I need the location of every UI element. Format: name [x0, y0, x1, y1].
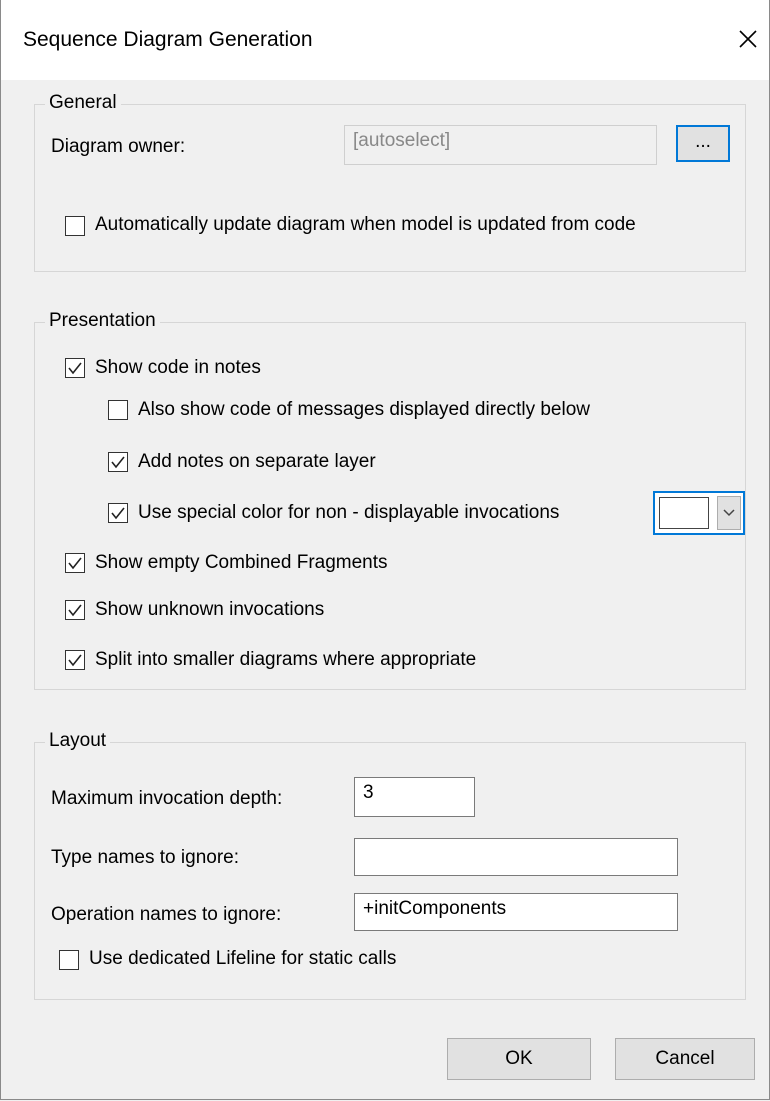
- type-ignore-input[interactable]: [354, 838, 678, 876]
- checkmark-icon: [68, 362, 82, 375]
- special-color-checkbox[interactable]: [108, 503, 128, 523]
- browse-owner-button[interactable]: ...: [676, 125, 730, 162]
- also-show-label: Also show code of messages displayed dir…: [138, 399, 591, 420]
- checkmark-icon: [111, 456, 125, 469]
- show-code-label: Show code in notes: [95, 357, 261, 378]
- op-ignore-input[interactable]: +initComponents: [354, 893, 678, 931]
- checkmark-icon: [68, 654, 82, 667]
- diagram-owner-label: Diagram owner:: [51, 136, 186, 157]
- unknown-invocations-label: Show unknown invocations: [95, 599, 325, 620]
- color-swatch: [659, 497, 709, 529]
- checkmark-icon: [111, 507, 125, 520]
- cancel-button[interactable]: Cancel: [615, 1038, 755, 1080]
- separate-layer-label: Add notes on separate layer: [138, 451, 376, 472]
- max-depth-input[interactable]: 3: [354, 777, 475, 817]
- split-diagrams-label: Split into smaller diagrams where approp…: [95, 649, 477, 670]
- split-diagrams-checkbox[interactable]: [65, 650, 85, 670]
- empty-fragments-label: Show empty Combined Fragments: [95, 552, 388, 573]
- empty-fragments-checkbox[interactable]: [65, 553, 85, 573]
- ok-button-label: OK: [505, 1048, 533, 1069]
- cancel-button-label: Cancel: [655, 1048, 715, 1069]
- dialog-window: Sequence Diagram Generation General Diag…: [0, 0, 770, 1100]
- chevron-down-icon: [723, 509, 735, 517]
- unknown-invocations-checkbox[interactable]: [65, 600, 85, 620]
- ok-button[interactable]: OK: [447, 1038, 591, 1080]
- special-color-label: Use special color for non - displayable …: [138, 502, 560, 523]
- auto-update-label: Automatically update diagram when model …: [95, 214, 636, 235]
- presentation-legend: Presentation: [45, 310, 160, 332]
- color-dropdown-button[interactable]: [717, 496, 741, 530]
- general-legend: General: [45, 92, 121, 114]
- dedicated-lifeline-label: Use dedicated Lifeline for static calls: [89, 948, 397, 969]
- show-code-checkbox[interactable]: [65, 358, 85, 378]
- close-button[interactable]: [729, 20, 767, 58]
- op-ignore-label: Operation names to ignore:: [51, 904, 282, 925]
- layout-legend: Layout: [45, 730, 111, 752]
- type-ignore-label: Type names to ignore:: [51, 847, 239, 868]
- dialog-title: Sequence Diagram Generation: [23, 28, 313, 51]
- close-icon: [739, 30, 757, 48]
- color-picker-dropdown[interactable]: [653, 491, 745, 535]
- title-bar: Sequence Diagram Generation: [1, 0, 769, 80]
- separate-layer-checkbox[interactable]: [108, 452, 128, 472]
- diagram-owner-field[interactable]: [autoselect]: [344, 125, 657, 165]
- also-show-checkbox[interactable]: [108, 400, 128, 420]
- checkmark-icon: [68, 557, 82, 570]
- checkmark-icon: [68, 604, 82, 617]
- browse-button-label: ...: [695, 131, 711, 152]
- dedicated-lifeline-checkbox[interactable]: [59, 950, 79, 970]
- max-depth-label: Maximum invocation depth:: [51, 788, 283, 809]
- auto-update-checkbox[interactable]: [65, 216, 85, 236]
